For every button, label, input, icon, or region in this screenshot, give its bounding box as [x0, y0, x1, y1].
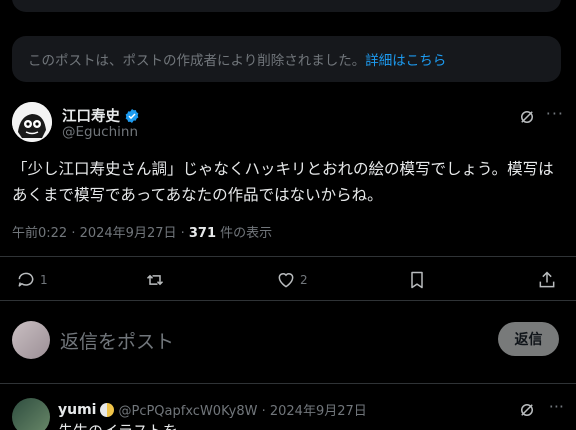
reply-input[interactable]: 返信をポスト	[60, 327, 174, 354]
post-body: 「少し江口寿史さん調」じゃなくハッキリとおれの絵の模写でしょう。模写はあくまで模…	[12, 160, 554, 204]
current-user-avatar[interactable]	[12, 321, 50, 359]
post-meta: 午前0:22 · 2024年9月27日 · 371 件の表示	[12, 222, 272, 241]
author-name[interactable]: 江口寿史	[62, 105, 120, 126]
previous-post-card	[12, 0, 561, 12]
reply-icon	[18, 272, 34, 287]
views-count: 371	[188, 226, 217, 241]
more-options-icon[interactable]: ···	[549, 397, 564, 416]
views-label: 件の表示	[216, 226, 273, 241]
verified-badge-icon	[125, 108, 139, 123]
reply-handle-date[interactable]: @PcPQapfxcW0Ky8W · 2024年9月27日	[118, 400, 366, 419]
reply-count: 1	[40, 273, 48, 287]
author-avatar[interactable]	[12, 102, 52, 142]
divider	[0, 383, 576, 384]
like-count: 2	[300, 273, 308, 287]
reply-action[interactable]: 1	[16, 270, 48, 290]
grok-icon[interactable]	[518, 108, 536, 126]
reply-button[interactable]: 返信	[498, 322, 559, 356]
bookmark-icon	[411, 271, 423, 289]
divider	[0, 300, 576, 301]
share-action[interactable]	[537, 270, 557, 290]
divider	[0, 256, 576, 257]
bookmark-action[interactable]	[407, 270, 427, 290]
reply-author-name[interactable]: yumi	[58, 402, 96, 418]
learn-more-link[interactable]: 詳細はこちら	[365, 49, 446, 69]
heart-icon	[278, 273, 294, 288]
repost-action[interactable]	[145, 270, 169, 290]
post-header: 江口寿史 @Eguchinn ···	[12, 102, 564, 144]
reply-author-avatar[interactable]	[12, 398, 50, 430]
repost-icon	[146, 274, 164, 286]
post-actions: 1 2	[0, 262, 576, 298]
deleted-notice-text: このポストは、ポストの作成者により削除されました。	[28, 53, 366, 69]
reply-header: yumi @PcPQapfxcW0Ky8W · 2024年9月27日	[58, 400, 367, 420]
like-action[interactable]: 2	[276, 270, 308, 290]
more-options-icon[interactable]: ···	[546, 104, 564, 123]
deleted-post-notice: このポストは、ポストの作成者により削除されました。 詳細はこちら	[12, 36, 561, 82]
author-handle[interactable]: @Eguchinn	[62, 124, 138, 140]
share-icon	[539, 271, 555, 288]
reply-text: 先生のイラストを	[58, 420, 178, 430]
moon-emoji-icon	[100, 402, 115, 417]
post-timestamp[interactable]: 午前0:22 · 2024年9月27日 ·	[12, 226, 189, 241]
grok-icon[interactable]	[518, 401, 536, 419]
